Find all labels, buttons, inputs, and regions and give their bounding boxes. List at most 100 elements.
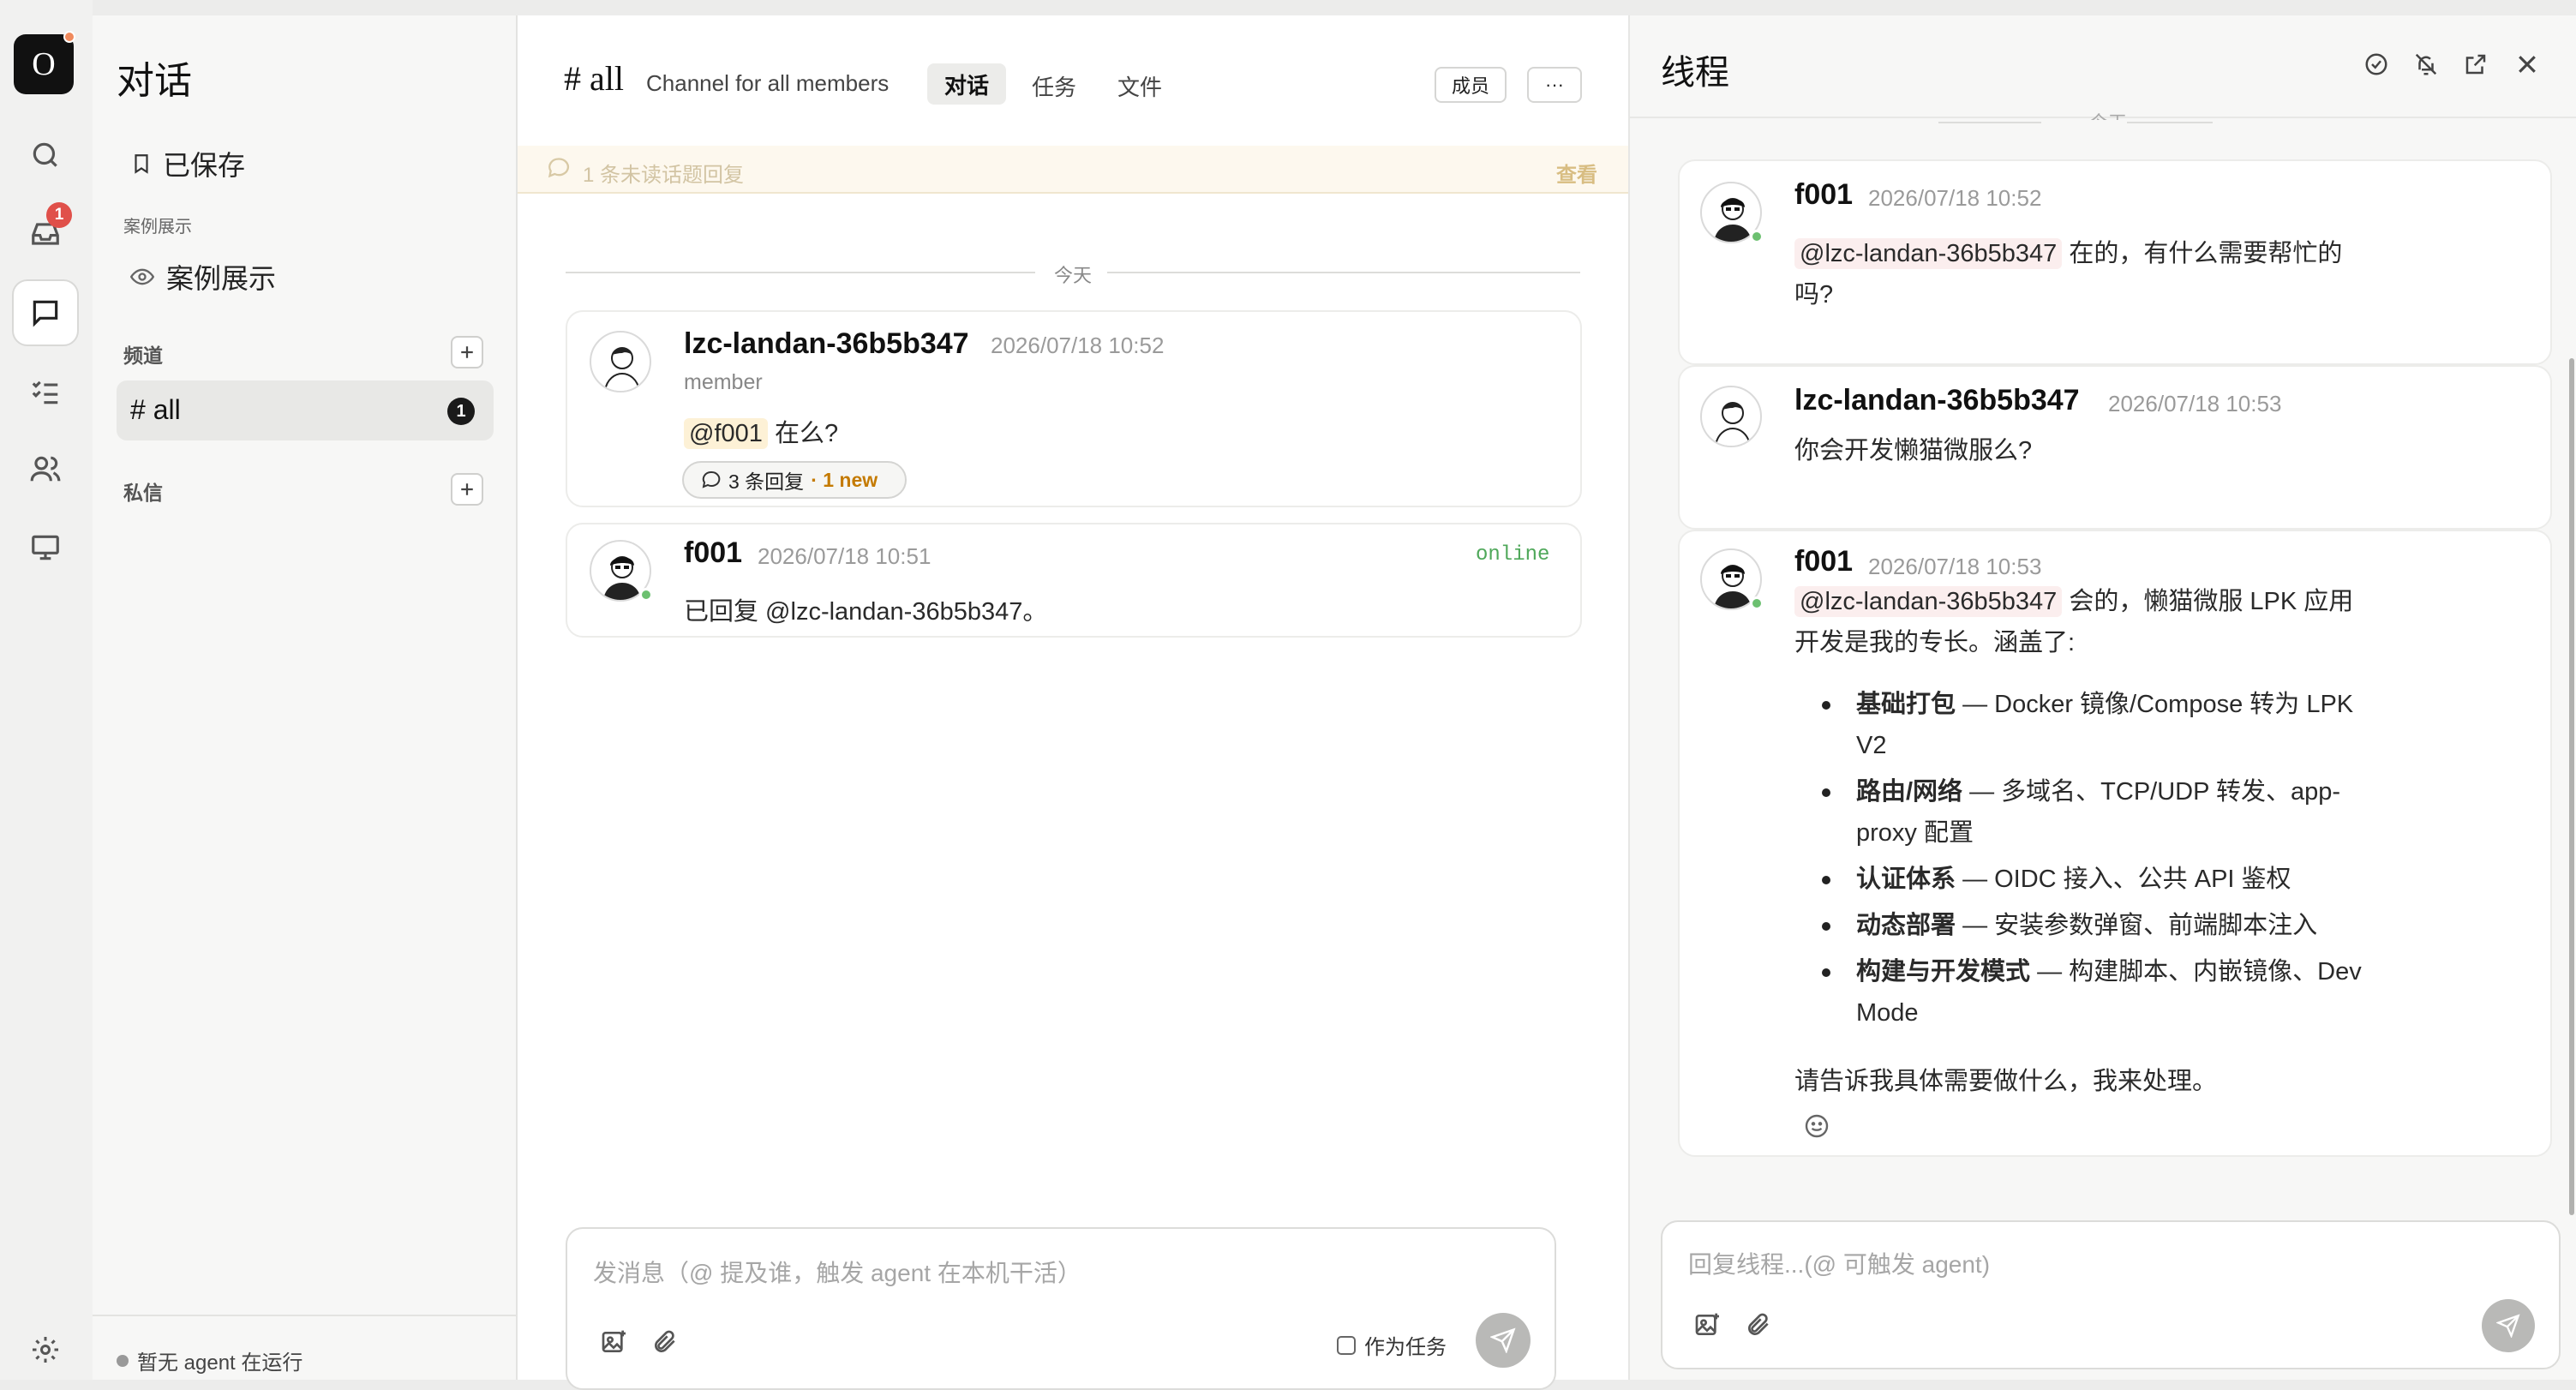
unread-view-link[interactable]: 查看 — [1556, 158, 1597, 188]
reply-bubble-icon — [702, 470, 721, 488]
thread-title: 线程 — [1661, 54, 1729, 92]
online-indicator — [639, 588, 653, 602]
saved-label: 已保存 — [163, 150, 246, 181]
message-author[interactable]: lzc-landan-36b5b347 — [684, 327, 969, 361]
mention[interactable]: @lzc-landan-36b5b347 — [1794, 238, 2063, 269]
send-icon — [1490, 1327, 1516, 1353]
saved-item[interactable]: 已保存 — [130, 144, 245, 183]
online-indicator — [1750, 230, 1764, 243]
message-body: @lzc-landan-36b5b347 会的，懒猫微服 LPK 应用 开发是我… — [1794, 581, 2353, 663]
message-composer[interactable]: 发消息（@ 提及谁，触发 agent 在本机干活） 作为任务 — [566, 1227, 1556, 1390]
thread-message-card[interactable]: f001 2026/07/18 10:52 @lzc-landan-36b5b3… — [1678, 159, 2552, 365]
message-author[interactable]: f001 — [684, 536, 742, 570]
agent-status-text: 暂无 agent 在运行 — [137, 1351, 303, 1375]
logo-notification-dot — [63, 31, 75, 43]
thread-message-card[interactable]: lzc-landan-36b5b347 2026/07/18 10:53 你会开… — [1678, 365, 2552, 530]
message-text-cont: 开发是我的专长。涵盖了: — [1794, 629, 2076, 656]
thread-reply-composer[interactable]: 回复线程...(@ 可触发 agent) — [1661, 1220, 2561, 1369]
channel-description: Channel for all members — [646, 70, 890, 96]
channel-pane: # all Channel for all members 对话 任务 文件 成… — [518, 15, 1628, 1390]
more-button[interactable]: ··· — [1527, 67, 1582, 103]
avatar[interactable] — [590, 331, 651, 392]
thread-pane: 线程 今天 f001 2026/07/18 10:52 @lzc-landan-… — [1628, 15, 2576, 1380]
online-status-badge: online — [1476, 543, 1550, 566]
unread-banner-text: 1 条未读话题回复 — [583, 164, 745, 187]
users-icon[interactable] — [12, 435, 79, 502]
message-card[interactable]: lzc-landan-36b5b347 2026/07/18 10:52 mem… — [566, 310, 1582, 507]
sidebar-item-channel-all[interactable]: # all 1 — [117, 380, 494, 440]
mute-notifications-icon[interactable] — [2413, 51, 2439, 77]
inbox-badge-count: 1 — [54, 206, 64, 224]
image-upload-icon[interactable] — [600, 1328, 627, 1356]
list-item: 路由/网络 — 多域名、TCP/UDP 转发、app- proxy 配置 — [1822, 771, 2362, 854]
send-button[interactable] — [2482, 1299, 2535, 1352]
unread-banner[interactable]: 1 条未读话题回复 查看 — [518, 146, 1628, 194]
message-timestamp: 2026/07/18 10:51 — [758, 543, 932, 569]
image-upload-icon[interactable] — [1693, 1311, 1721, 1339]
list-item: 基础打包 — Docker 镜像/Compose 转为 LPK V2 — [1822, 684, 2362, 766]
tab-files-label: 文件 — [1117, 75, 1163, 100]
members-button[interactable]: 成员 — [1435, 67, 1507, 103]
attachment-icon[interactable] — [1745, 1311, 1772, 1339]
list-item-text: — 构建脚本、内嵌镜像、Dev — [2030, 958, 2362, 986]
thread-date-line-left — [2127, 122, 2213, 123]
list-item-bold: 认证体系 — [1856, 866, 1956, 893]
plus-icon — [461, 483, 473, 495]
list-item: 动态部署 — 安装参数弹窗、前端脚本注入 — [1822, 905, 2362, 946]
emoji-reaction-icon[interactable] — [1803, 1112, 1830, 1140]
settings-icon[interactable] — [12, 1316, 79, 1383]
showcase-item-label: 案例展示 — [166, 263, 277, 294]
as-task-toggle[interactable]: 作为任务 — [1337, 1330, 1447, 1360]
message-input[interactable]: 发消息（@ 提及谁，触发 agent 在本机干活） — [593, 1255, 1081, 1289]
tab-tasks[interactable]: 任务 — [1032, 70, 1076, 102]
list-item-cont: Mode — [1856, 999, 1919, 1027]
close-icon[interactable] — [2514, 51, 2540, 77]
avatar[interactable] — [1700, 386, 1762, 447]
resolve-icon[interactable] — [2363, 51, 2389, 77]
message-closing: 请告诉我具体需要做什么，我来处理。 — [1794, 1068, 2218, 1095]
message-text: 会的，懒猫微服 LPK 应用 — [2062, 588, 2354, 615]
user-avatar-icon — [604, 347, 640, 391]
message-card[interactable]: f001 2026/07/18 10:51 online 已回复 @lzc-la… — [566, 523, 1582, 638]
send-button[interactable] — [1476, 1313, 1531, 1368]
chat-icon[interactable] — [12, 279, 79, 346]
message-body: @lzc-landan-36b5b347 在的，有什么需要帮忙的 吗? — [1794, 233, 2342, 315]
thread-date-divider: 今天 — [2089, 108, 2127, 120]
mention[interactable]: @lzc-landan-36b5b347 — [1794, 586, 2063, 617]
app-logo[interactable]: O — [14, 34, 74, 94]
message-text: 在的，有什么需要帮忙的 — [2062, 240, 2343, 267]
add-channel-button[interactable] — [451, 336, 483, 368]
attachment-icon[interactable] — [651, 1328, 679, 1356]
replies-chip[interactable]: 3 条回复 · 1 new — [682, 461, 907, 499]
search-icon[interactable] — [12, 122, 79, 189]
list-item-bold: 基础打包 — [1856, 691, 1956, 718]
tasks-icon[interactable] — [12, 358, 79, 425]
add-dm-button[interactable] — [451, 473, 483, 506]
message-timestamp: 2026/07/18 10:52 — [1868, 185, 2042, 211]
message-text: 在么? — [767, 420, 839, 447]
message-author[interactable]: f001 — [1794, 178, 1853, 212]
showcase-item[interactable]: 案例展示 — [130, 257, 276, 297]
tab-files[interactable]: 文件 — [1117, 70, 1162, 102]
as-task-checkbox[interactable] — [1337, 1335, 1356, 1355]
tab-tasks-label: 任务 — [1032, 75, 1077, 100]
tab-conversation-label: 对话 — [944, 72, 989, 99]
inbox-badge: 1 — [46, 202, 72, 228]
plus-icon — [461, 346, 473, 358]
replies-count: 3 条回复 — [728, 470, 805, 493]
mention[interactable]: @f001 — [684, 418, 768, 449]
thread-reply-input[interactable]: 回复线程...(@ 可触发 agent) — [1688, 1246, 1990, 1280]
thread-scrollbar[interactable] — [2569, 358, 2574, 1215]
thread-message-card[interactable]: f001 2026/07/18 10:53 @lzc-landan-36b5b3… — [1678, 530, 2552, 1157]
thread-icon — [548, 158, 570, 178]
message-author[interactable]: lzc-landan-36b5b347 — [1794, 384, 2080, 417]
list-item: 构建与开发模式 — 构建脚本、内嵌镜像、Dev Mode — [1822, 951, 2362, 1034]
message-author[interactable]: f001 — [1794, 545, 1853, 578]
date-divider: 今天 — [1054, 265, 1093, 286]
open-external-icon[interactable] — [2463, 51, 2489, 77]
message-body: @f001 在么? — [684, 413, 838, 449]
user-avatar-icon — [1715, 402, 1751, 446]
tab-conversation[interactable]: 对话 — [927, 63, 1006, 105]
channels-section-header: 频道 — [123, 345, 163, 367]
monitor-icon[interactable] — [12, 514, 79, 581]
